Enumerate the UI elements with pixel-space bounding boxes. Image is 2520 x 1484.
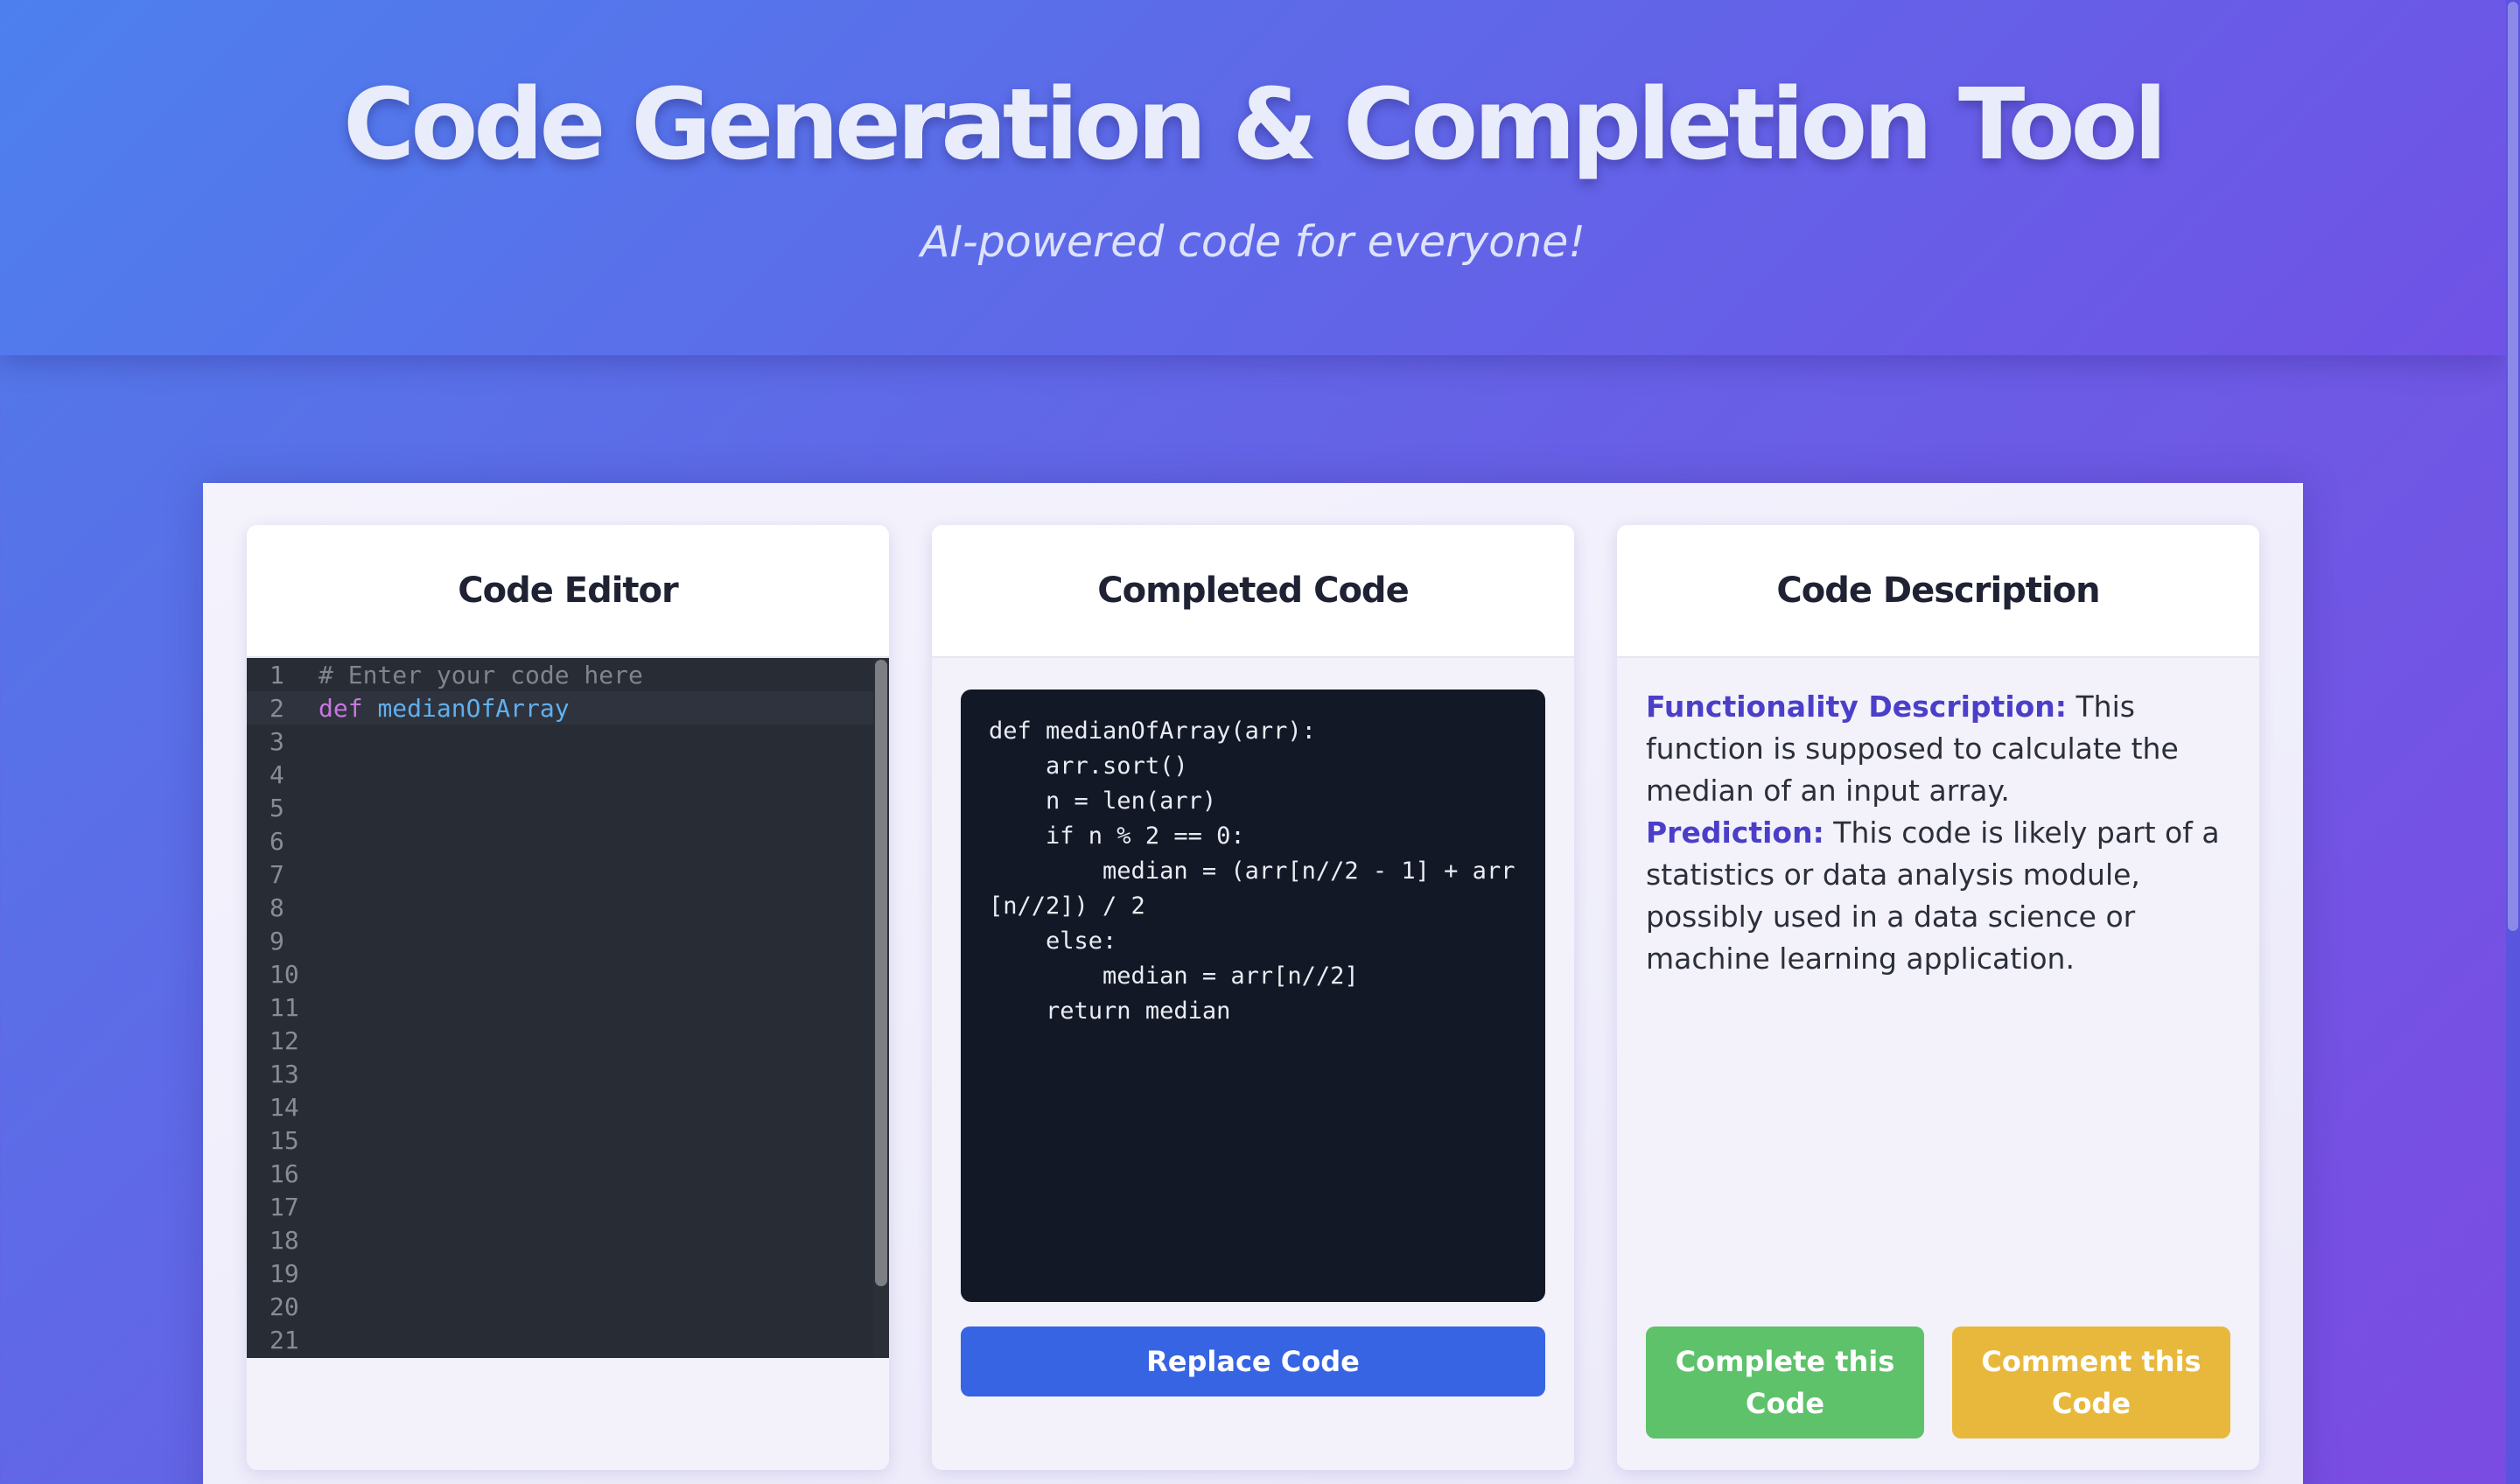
editor-line[interactable]: 10 — [247, 957, 873, 990]
page-header: Code Generation & Completion Tool AI-pow… — [0, 0, 2506, 355]
editor-line[interactable]: 16 — [247, 1157, 873, 1190]
editor-comment: # Enter your code here — [318, 660, 643, 690]
complete-code-button[interactable]: Complete this Code — [1646, 1326, 1924, 1438]
comment-code-button[interactable]: Comment this Code — [1952, 1326, 2230, 1438]
prediction-label: Prediction: — [1646, 816, 1824, 850]
line-number: 13 — [270, 1059, 299, 1088]
line-number: 5 — [270, 793, 284, 822]
replace-code-button[interactable]: Replace Code — [961, 1326, 1545, 1396]
editor-scrollbar-thumb[interactable] — [875, 660, 887, 1286]
line-number: 2 — [270, 693, 284, 723]
editor-line[interactable]: 8 — [247, 891, 873, 924]
editor-line[interactable]: 14 — [247, 1090, 873, 1124]
functionality-label: Functionality Description: — [1646, 690, 2067, 724]
line-number: 12 — [270, 1026, 299, 1055]
editor-code: def medianOfArray — [308, 694, 570, 723]
completed-code-output: def medianOfArray(arr): arr.sort() n = l… — [961, 690, 1545, 1302]
completed-code-heading: Completed Code — [932, 525, 1574, 658]
editor-line[interactable]: 13 — [247, 1057, 873, 1090]
editor-line[interactable]: 18 — [247, 1223, 873, 1256]
line-number: 8 — [270, 892, 284, 922]
editor-line[interactable]: 1 # Enter your code here — [247, 658, 873, 691]
line-number: 14 — [270, 1092, 299, 1122]
line-number: 11 — [270, 992, 299, 1022]
line-number: 16 — [270, 1158, 299, 1188]
line-number: 1 — [270, 660, 284, 690]
editor-line[interactable]: 19 — [247, 1256, 873, 1290]
line-number: 10 — [270, 959, 299, 989]
editor-line[interactable]: 9 — [247, 924, 873, 957]
editor-line[interactable]: 6 — [247, 824, 873, 858]
line-number: 6 — [270, 826, 284, 856]
page-title: Code Generation & Completion Tool — [343, 68, 2167, 182]
line-number: 9 — [270, 926, 284, 956]
line-number: 19 — [270, 1258, 299, 1288]
editor-line[interactable]: 7 — [247, 858, 873, 891]
page-scrollbar[interactable] — [2506, 0, 2520, 1484]
line-number: 3 — [270, 726, 284, 756]
editor-line[interactable]: 12 — [247, 1024, 873, 1057]
line-number: 4 — [270, 760, 284, 789]
line-number: 20 — [270, 1292, 299, 1321]
editor-line[interactable]: 5 — [247, 791, 873, 824]
code-editor[interactable]: 1 # Enter your code here 2 def medianOfA… — [247, 658, 873, 1358]
line-number: 15 — [270, 1125, 299, 1155]
editor-line[interactable]: 3 — [247, 724, 873, 758]
editor-line[interactable]: 4 — [247, 758, 873, 791]
editor-scrollbar[interactable] — [873, 658, 889, 1358]
description-body: Functionality Description: This function… — [1646, 686, 2232, 980]
completed-code-card: Completed Code def medianOfArray(arr): a… — [932, 525, 1574, 1470]
line-number: 18 — [270, 1225, 299, 1255]
editor-line[interactable]: 20 — [247, 1290, 873, 1323]
editor-line[interactable]: 17 — [247, 1190, 873, 1223]
editor-line[interactable]: 15 — [247, 1124, 873, 1157]
editor-keyword: def — [318, 693, 363, 723]
editor-line[interactable]: 11 — [247, 990, 873, 1024]
line-number: 7 — [270, 859, 284, 889]
page-scrollbar-thumb[interactable] — [2508, 2, 2518, 931]
code-description-card: Code Description Functionality Descripti… — [1617, 525, 2259, 1470]
editor-line-active[interactable]: 2 def medianOfArray — [247, 691, 873, 724]
editor-function-name: medianOfArray — [377, 693, 570, 723]
functionality-description: Functionality Description: This function… — [1646, 686, 2232, 812]
code-editor-heading: Code Editor — [247, 525, 889, 658]
prediction-description: Prediction: This code is likely part of … — [1646, 812, 2232, 980]
code-editor-card: Code Editor 1 # Enter your code here 2 d… — [247, 525, 889, 1470]
code-description-heading: Code Description — [1617, 525, 2259, 658]
line-number: 21 — [270, 1325, 299, 1354]
line-number: 17 — [270, 1192, 299, 1222]
main-panel: Code Editor 1 # Enter your code here 2 d… — [203, 483, 2303, 1484]
page-subtitle: AI-powered code for everyone! — [920, 217, 1586, 267]
editor-line[interactable]: 21 — [247, 1323, 873, 1356]
